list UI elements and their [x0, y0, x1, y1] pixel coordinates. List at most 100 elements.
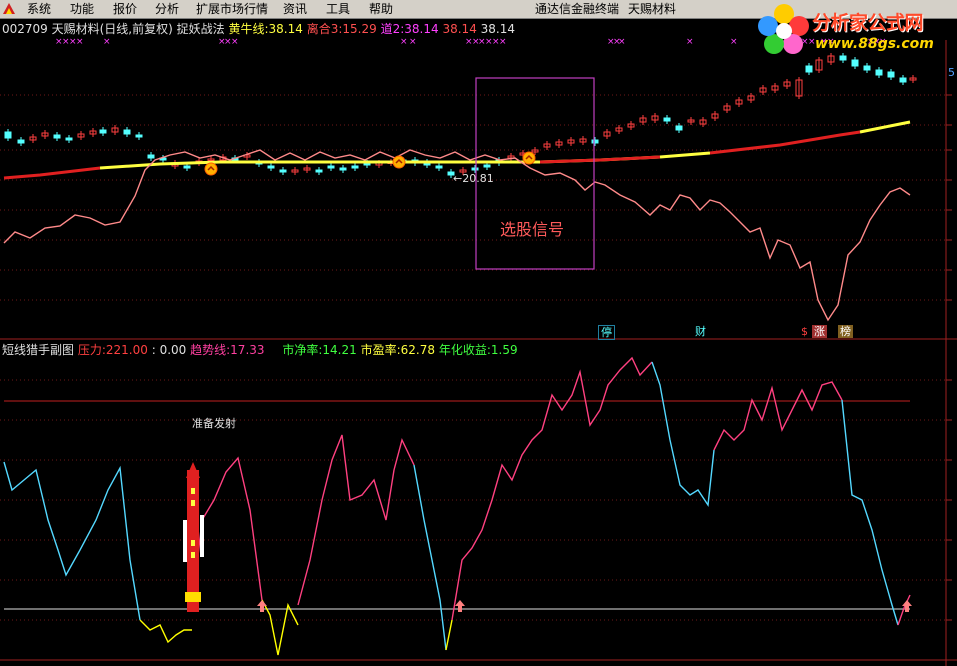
right-axis-label: 5: [948, 66, 955, 79]
top-x-marker-3: ×: [76, 37, 84, 47]
trend-label: 趋势线:: [190, 343, 231, 357]
menu-analysis[interactable]: 分析: [155, 1, 179, 17]
candle-body-40: [483, 164, 491, 168]
pb-value: 14.21: [322, 343, 357, 357]
logo-title: 分析家公式网: [812, 12, 924, 34]
candle-body-73: [875, 69, 883, 76]
top-x-marker-19: ×: [686, 37, 694, 47]
candle-body-67: [805, 65, 813, 73]
pe-label: 市盈率:: [360, 343, 401, 357]
terminal-title: 通达信金融终端: [535, 2, 620, 16]
launch-rocket-stripe-3: [191, 552, 195, 558]
ma-yellow-segment-3: [859, 120, 911, 134]
candle-body-11: [135, 134, 143, 138]
yield-label: 年化收益:: [438, 343, 491, 357]
candle-body-36: [435, 165, 443, 169]
menu-system[interactable]: 系统: [27, 1, 51, 17]
trend-value: 17.33: [230, 343, 265, 357]
price-low-annotation: ←20.81: [453, 172, 494, 185]
menu-quotes[interactable]: 报价: [113, 1, 137, 17]
stock-title: 天赐材料: [628, 2, 677, 16]
candle-body-26: [315, 169, 323, 173]
signal-smiley-icon-2: [522, 151, 536, 165]
signal-box-label: 选股信号: [500, 220, 565, 239]
sub-yellow-segment-2: [261, 599, 299, 656]
top-x-marker-8: ×: [400, 37, 408, 47]
sub-pink-segment-4: [713, 381, 843, 451]
candle-body-12: [147, 154, 155, 159]
f5-value: 38.14: [480, 22, 516, 36]
candle-body-1: [17, 139, 25, 144]
f3-value: 38.14: [404, 22, 439, 36]
candle-body-0: [4, 131, 12, 139]
sub-cyan-segment-4: [841, 399, 899, 626]
candle-body-8: [99, 129, 107, 134]
candle-body-71: [851, 59, 859, 67]
buy-arrow-icon-1: [455, 600, 465, 612]
launch-rocket-stripe-1: [191, 500, 195, 506]
sub-pink-segment-3: [451, 356, 653, 621]
sub-title: 短线猎手副图: [2, 343, 75, 357]
menu-help[interactable]: 帮助: [369, 1, 393, 17]
main-info-line: 002709 天赐材料(日线,前复权) 捉妖战法 黄牛线:38.14 离合3:1…: [2, 22, 515, 36]
yield-value: 1.59: [490, 343, 518, 357]
zero-value: : 0.00: [151, 343, 187, 357]
candle-body-72: [863, 65, 871, 71]
tag-finance[interactable]: 财: [693, 325, 708, 338]
top-x-marker-7: ×: [231, 37, 239, 47]
candle-body-28: [339, 167, 347, 171]
candle-body-10: [123, 129, 131, 135]
menu-extended-markets[interactable]: 扩展市场行情: [196, 1, 268, 17]
pe-value: 62.78: [400, 343, 435, 357]
sub-yellow-segment-3: [445, 619, 453, 651]
f1-label: 黄牛线:: [228, 22, 269, 36]
candle-body-56: [675, 125, 683, 131]
tag-limit-up[interactable]: 涨: [812, 325, 827, 338]
candle-body-55: [663, 117, 671, 122]
site-logo: 分析家公式网 www.88gs.com: [755, 0, 957, 60]
sub-cyan-segment-3: [651, 361, 715, 507]
sub-info-line: 短线猎手副图 压力:221.00 : 0.00 趋势线:17.33 市净率:14…: [2, 343, 518, 357]
indicator-name: 捉妖战法: [176, 22, 225, 36]
candle-body-74: [887, 71, 895, 78]
candle-body-49: [591, 139, 599, 144]
f2-value: 15.29: [342, 22, 377, 36]
signal-smiley-icon-1: [392, 155, 406, 169]
top-x-marker-15: ×: [499, 37, 507, 47]
ma-yellow-segment-2: [659, 151, 711, 159]
candle-body-23: [279, 169, 287, 173]
top-x-marker-4: ×: [103, 37, 111, 47]
top-x-marker-9: ×: [409, 37, 417, 47]
ma-red-segment-1: [3, 166, 101, 180]
tag-dividend[interactable]: $: [799, 325, 810, 338]
buy-arrow-icon-0: [257, 600, 267, 612]
pressure-value: 221.00: [105, 343, 148, 357]
f3-label: 道2:: [380, 22, 405, 36]
launch-rocket-base: [185, 592, 201, 602]
top-x-marker-18: ×: [618, 37, 626, 47]
tag-ranking[interactable]: 榜: [838, 325, 853, 338]
candle-body-5: [65, 137, 73, 141]
f2-label: 离合3:: [306, 22, 343, 36]
top-x-marker-20: ×: [730, 37, 738, 47]
candle-body-27: [327, 165, 335, 169]
f1-value: 38.14: [268, 22, 303, 36]
flower-logo-icon: [758, 4, 809, 54]
sub-yellow-segment-1: [139, 619, 192, 644]
ready-to-launch-label: 准备发射: [192, 417, 236, 430]
candle-body-75: [899, 77, 907, 83]
tag-suspend[interactable]: 停: [598, 325, 615, 340]
f4-value: 38.14: [442, 22, 477, 36]
sub-cyan-segment-1: [3, 461, 141, 621]
candle-body-29: [351, 165, 359, 169]
pressure-label: 压力:: [77, 343, 106, 357]
launch-rocket-stripe-2: [191, 540, 195, 546]
launch-rocket-left-fin: [183, 520, 187, 562]
app-logo-icon: [3, 3, 15, 14]
sub-cyan-segment-2: [413, 464, 447, 651]
logo-url: www.88gs.com: [815, 36, 934, 52]
launch-rocket-stripe-0: [191, 488, 195, 494]
menu-functions[interactable]: 功能: [70, 1, 94, 17]
menu-tools[interactable]: 工具: [326, 1, 350, 17]
menu-news[interactable]: 资讯: [283, 1, 307, 17]
